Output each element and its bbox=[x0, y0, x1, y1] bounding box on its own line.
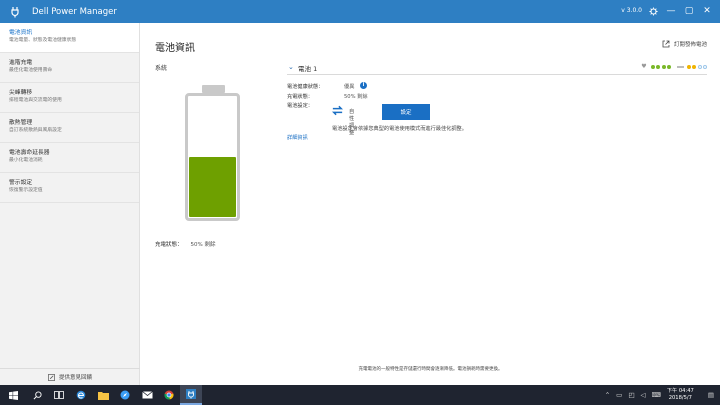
charge-value: 50% 剩餘 bbox=[344, 94, 368, 100]
system-charge-label: 充電狀態： bbox=[155, 242, 183, 248]
file-explorer-icon[interactable] bbox=[92, 385, 114, 405]
health-dot bbox=[661, 65, 666, 69]
app-title: Dell Power Manager bbox=[32, 6, 117, 17]
mail-icon[interactable] bbox=[136, 385, 158, 405]
page-title: 電池資訊 bbox=[155, 43, 195, 54]
footer-note: 充電電池的一般特性是存儲還行時間會逐漸降低。電池損耗時需要更換。 bbox=[358, 367, 503, 372]
info-icon[interactable]: i bbox=[360, 82, 367, 89]
sidebar-item-subtitle: 最佳化電池使用壽命 bbox=[9, 68, 53, 73]
sidebar-item-battery-extender[interactable]: 電池壽命延長器 最小化電池消耗 bbox=[0, 143, 139, 173]
battery-tray-icon[interactable]: ▭ bbox=[616, 391, 622, 399]
sidebar-item-title: 尖峰轉移 bbox=[9, 90, 33, 96]
main-panel: 電池資訊 訂閱發佈電池 系統 充電狀態： 50% 剩餘 ⌄ 電池 1 ♥ 電池健… bbox=[141, 23, 720, 385]
title-bar: Dell Power Manager v 3.0.0 — ▢ ✕ bbox=[0, 0, 720, 23]
taskbar: ⌃ ▭ ◰ ◁ ⌨ 下午 04:47 2018/5/7 ▤ bbox=[0, 385, 720, 405]
adaptive-sync-icon bbox=[331, 104, 344, 119]
system-label: 系統 bbox=[155, 65, 168, 72]
charge-row: 充電狀態： 50% 剩餘 bbox=[287, 93, 368, 100]
sidebar-item-title: 進階充電 bbox=[9, 60, 33, 66]
feedback-button[interactable]: 提供意見回饋 bbox=[0, 368, 140, 385]
task-view-icon[interactable] bbox=[48, 385, 70, 405]
search-icon[interactable] bbox=[26, 385, 48, 405]
charge-dot bbox=[692, 65, 697, 69]
sidebar-item-title: 電池資訊 bbox=[9, 30, 33, 36]
sidebar-item-title: 警示設定 bbox=[9, 180, 33, 186]
details-link[interactable]: 詳細資訊 bbox=[287, 134, 308, 141]
sidebar-item-subtitle: 自訂系統散熱與風扇設定 bbox=[9, 128, 62, 133]
sidebar-item-thermal-management[interactable]: 散熱管理 自訂系統散熱與風扇設定 bbox=[0, 113, 139, 143]
health-dot bbox=[666, 65, 671, 69]
sidebar-item-title: 電池壽命延長器 bbox=[9, 150, 50, 156]
sidebar: 電池資訊 電池電量、狀態及電池健康狀態 進階充電 最佳化電池使用壽命 尖峰轉移 … bbox=[0, 23, 140, 385]
charge-dot-empty bbox=[697, 65, 702, 69]
heart-icon: ♥ bbox=[641, 63, 647, 70]
clock[interactable]: 下午 04:47 2018/5/7 bbox=[667, 388, 694, 402]
notifications-icon[interactable]: ▤ bbox=[708, 391, 714, 399]
keyboard-icon[interactable]: ⌨ bbox=[651, 391, 660, 399]
sidebar-item-subtitle: 排程電池與交流電的使用 bbox=[9, 98, 62, 103]
battery-mini-icon bbox=[676, 65, 684, 69]
feedback-label: 提供意見回饋 bbox=[58, 375, 92, 381]
charge-dot-empty bbox=[703, 65, 707, 69]
sidebar-item-subtitle: 電池電量、狀態及電池健康狀態 bbox=[9, 38, 77, 43]
battery-cap bbox=[202, 85, 225, 93]
settings-button[interactable]: 設定 bbox=[382, 104, 430, 120]
minimize-button[interactable]: — bbox=[664, 4, 678, 18]
battery-name: 電池 1 bbox=[298, 65, 318, 73]
battery-indicators: ♥ bbox=[641, 64, 707, 70]
version-label: v 3.0.0 bbox=[621, 7, 642, 14]
charge-label: 充電狀態： bbox=[287, 94, 313, 100]
system-charge-status: 充電狀態： 50% 剩餘 bbox=[155, 240, 216, 248]
safari-icon[interactable] bbox=[114, 385, 136, 405]
sidebar-item-subtitle: 最小化電池消耗 bbox=[9, 158, 43, 163]
sidebar-item-advanced-charge[interactable]: 進階充電 最佳化電池使用壽命 bbox=[0, 53, 139, 83]
battery-graphic bbox=[185, 93, 240, 221]
external-link-icon bbox=[662, 40, 670, 48]
settings-icon[interactable] bbox=[646, 4, 660, 18]
health-row: 電池健康狀態： 優異 i bbox=[287, 82, 367, 90]
health-label: 電池健康狀態： bbox=[287, 84, 324, 90]
subscribe-link[interactable]: 訂閱發佈電池 bbox=[662, 40, 707, 48]
health-value: 優異 bbox=[344, 84, 355, 90]
system-tray: ⌃ ▭ ◰ ◁ ⌨ 下午 04:47 2018/5/7 ▤ bbox=[599, 385, 720, 405]
health-dot bbox=[656, 65, 661, 69]
subscribe-label: 訂閱發佈電池 bbox=[673, 42, 707, 48]
charge-dot bbox=[687, 65, 692, 69]
close-button[interactable]: ✕ bbox=[700, 4, 714, 18]
sidebar-item-peak-shift[interactable]: 尖峰轉移 排程電池與交流電的使用 bbox=[0, 83, 139, 113]
health-dot bbox=[650, 65, 655, 69]
clock-time: 下午 04:47 bbox=[666, 388, 694, 394]
setting-label: 電池設定： bbox=[287, 103, 313, 109]
sidebar-item-alert-settings[interactable]: 警示設定 恢復警示設定值 bbox=[0, 173, 139, 203]
sidebar-item-subtitle: 恢復警示設定值 bbox=[9, 188, 43, 193]
clock-date: 2018/5/7 bbox=[668, 395, 692, 401]
volume-icon[interactable]: ◁ bbox=[640, 391, 645, 399]
maximize-button[interactable]: ▢ bbox=[682, 4, 696, 18]
chevron-up-icon[interactable]: ⌃ bbox=[605, 391, 610, 399]
battery-level-fill bbox=[189, 157, 236, 217]
sidebar-item-title: 散熱管理 bbox=[9, 120, 33, 126]
battery-1-header[interactable]: ⌄ 電池 1 ♥ bbox=[287, 61, 707, 75]
sidebar-item-battery-info[interactable]: 電池資訊 電池電量、狀態及電池健康狀態 bbox=[0, 23, 139, 53]
edge-icon[interactable] bbox=[70, 385, 92, 405]
chrome-icon[interactable] bbox=[158, 385, 180, 405]
power-plug-icon bbox=[4, 0, 26, 23]
setting-description: 電池設定會依據您典型的電池使用模式而進行最佳化調整。 bbox=[332, 126, 467, 132]
edit-icon bbox=[48, 373, 55, 381]
windows-start-icon[interactable] bbox=[0, 385, 26, 405]
chevron-down-icon[interactable]: ⌄ bbox=[288, 63, 294, 71]
setting-row: 電池設定： bbox=[287, 102, 313, 109]
network-icon[interactable]: ◰ bbox=[628, 391, 634, 399]
system-charge-value: 50% 剩餘 bbox=[190, 242, 216, 248]
dell-power-manager-icon[interactable] bbox=[180, 385, 202, 405]
